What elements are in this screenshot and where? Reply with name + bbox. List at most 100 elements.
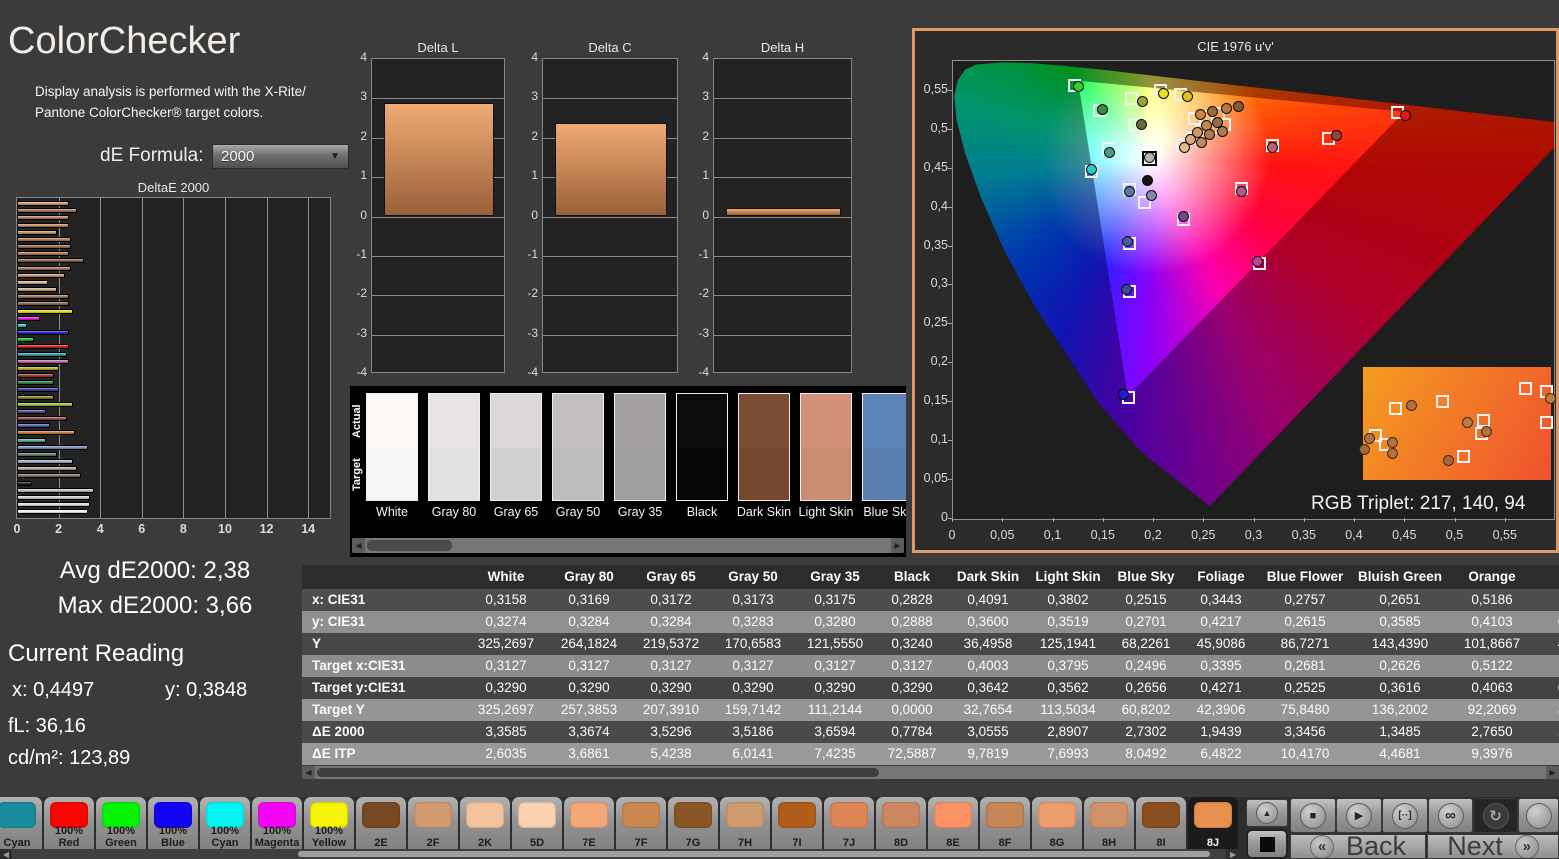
de-formula-label: dE Formula: (100, 145, 204, 166)
inset-measured-dot (1481, 425, 1493, 437)
swatch-target (863, 448, 906, 500)
table-cell: 6,4822 (1184, 743, 1258, 765)
table-cell: 7,6993 (1028, 743, 1108, 765)
axis-tick (1354, 518, 1355, 522)
inset-target-marker (1456, 450, 1470, 464)
deltae-bar (17, 344, 69, 350)
chevron-up-icon: ▲ (1256, 802, 1278, 824)
axis-tick-label: 3 (531, 89, 538, 104)
next-button[interactable]: Next » (1427, 834, 1559, 859)
table-cell: 0,3175 (794, 589, 876, 611)
scroll-right-icon[interactable]: ▶ (1226, 849, 1240, 859)
deltae-bar (17, 437, 47, 443)
axis-tick-label: -3 (356, 325, 367, 340)
axis-tick-label: 0,35 (923, 237, 948, 252)
table-cell: 0,3274 (464, 611, 548, 633)
loop-read-button[interactable]: ↻ (1473, 798, 1518, 833)
swatch-comparison-strip: Actual Target White Gray 80 Gray 65 Gray 50 Gr… (350, 386, 906, 557)
axis-tick (1203, 518, 1205, 522)
back-button[interactable]: « Back (1290, 834, 1426, 859)
de-formula-dropdown[interactable]: 2000 ▼ (212, 144, 349, 169)
continuous-read-button[interactable]: ∞ (1428, 798, 1473, 833)
table-cell: 0,3290 (548, 677, 630, 699)
table-cell: 0,19 (1536, 611, 1559, 633)
axis-tick (948, 401, 952, 403)
reading-y: y: 0,3848 (165, 679, 248, 701)
swatch-target (429, 448, 479, 500)
stop-button[interactable]: ■ (1290, 798, 1336, 833)
swatch-label: Gray 80 (431, 505, 477, 519)
table-cell: 0,3284 (630, 611, 712, 633)
chevron-left-icon: « (1309, 835, 1334, 858)
grid-line (543, 255, 677, 257)
axis-tick-label: 0,5 (930, 120, 948, 135)
table-cell: 0,3290 (464, 677, 548, 699)
tab-scrollbar-thumb[interactable] (298, 851, 1210, 857)
table-row-label: Target x:CIE31 (302, 655, 464, 677)
swatch (614, 393, 666, 501)
patch-color-chip (0, 802, 36, 828)
tab-label: 100% Cyan (210, 824, 240, 850)
inset-target-marker (1435, 394, 1449, 408)
expand-panel-button[interactable]: ▲ (1246, 799, 1288, 827)
deltae-bar (17, 236, 72, 242)
swatch-scrollbar-thumb[interactable] (367, 540, 452, 551)
scroll-left-icon[interactable]: ◀ (352, 538, 365, 553)
blank-button[interactable] (1518, 798, 1559, 833)
actual-row-label: Actual (351, 404, 363, 438)
axis-tick-label: 6 (138, 522, 146, 536)
table-cell: 159,7142 (712, 699, 794, 721)
table-cell: 2,7650 (1448, 721, 1536, 743)
inset-measured-dot (1387, 447, 1399, 459)
patch-color-chip (934, 802, 972, 828)
inset-measured-dot (1442, 454, 1454, 466)
scroll-left-icon[interactable]: ◀ (0, 849, 12, 859)
grid-line (183, 198, 185, 518)
table-column-header: Foliage (1184, 565, 1258, 589)
stop-pattern-button[interactable] (1246, 829, 1288, 859)
table-cell: 3,3585 (464, 721, 548, 743)
table-scrollbar[interactable]: ◀ ▶ (302, 766, 1559, 779)
axis-tick-label: 0 (702, 207, 709, 222)
step-button[interactable]: [··] (1382, 798, 1428, 833)
deltae-bar (17, 287, 57, 293)
swatch-scrollbar[interactable]: ◀ ▶ (352, 538, 904, 553)
table-cell: 143,4390 (1352, 633, 1448, 655)
table-cell: 5,4238 (630, 743, 712, 765)
table-cell: 86,7271 (1258, 633, 1352, 655)
table-column-header: Pur (1536, 565, 1559, 589)
table-cell: 0,2 (1536, 589, 1559, 611)
tab-label: 100% Red (54, 824, 84, 850)
swatch (862, 393, 906, 501)
page-title: ColorChecker (8, 20, 241, 62)
grid-line (543, 98, 677, 100)
table-cell: 5,7 (1536, 743, 1559, 765)
deltae-bar (17, 387, 59, 393)
table-column-header: White (464, 565, 548, 589)
table-cell: 0,4271 (1184, 677, 1258, 699)
swatch (428, 393, 480, 501)
patch-color-chip (830, 802, 868, 828)
swatch (676, 393, 728, 501)
table-cell: 0,3395 (1184, 655, 1258, 677)
patch-color-chip (674, 802, 712, 828)
table-scrollbar-thumb[interactable] (317, 768, 879, 777)
grid-line (372, 334, 504, 336)
tab-strip-scrollbar[interactable]: ◀ ▶ (0, 849, 1240, 859)
grid-line (543, 334, 677, 336)
deltae-bar (17, 258, 84, 264)
patch-color-chip (518, 802, 556, 828)
table-cell: 42,3906 (1184, 699, 1258, 721)
scroll-right-icon[interactable]: ▶ (891, 538, 904, 553)
axis-tick-label: 0,25 (1191, 528, 1216, 542)
scroll-right-icon[interactable]: ▶ (1546, 766, 1559, 779)
play-button[interactable]: ▶ (1336, 798, 1382, 833)
scroll-left-icon[interactable]: ◀ (302, 766, 315, 779)
table-column-header: Blue Sky (1108, 565, 1184, 589)
swatch-actual (553, 394, 603, 448)
swatch (366, 393, 418, 501)
table-cell: 3,6861 (548, 743, 630, 765)
cie-measured-dot (1121, 236, 1133, 248)
axis-tick-label: 0,2 (930, 354, 948, 369)
cie-measured-dot (1141, 174, 1153, 186)
